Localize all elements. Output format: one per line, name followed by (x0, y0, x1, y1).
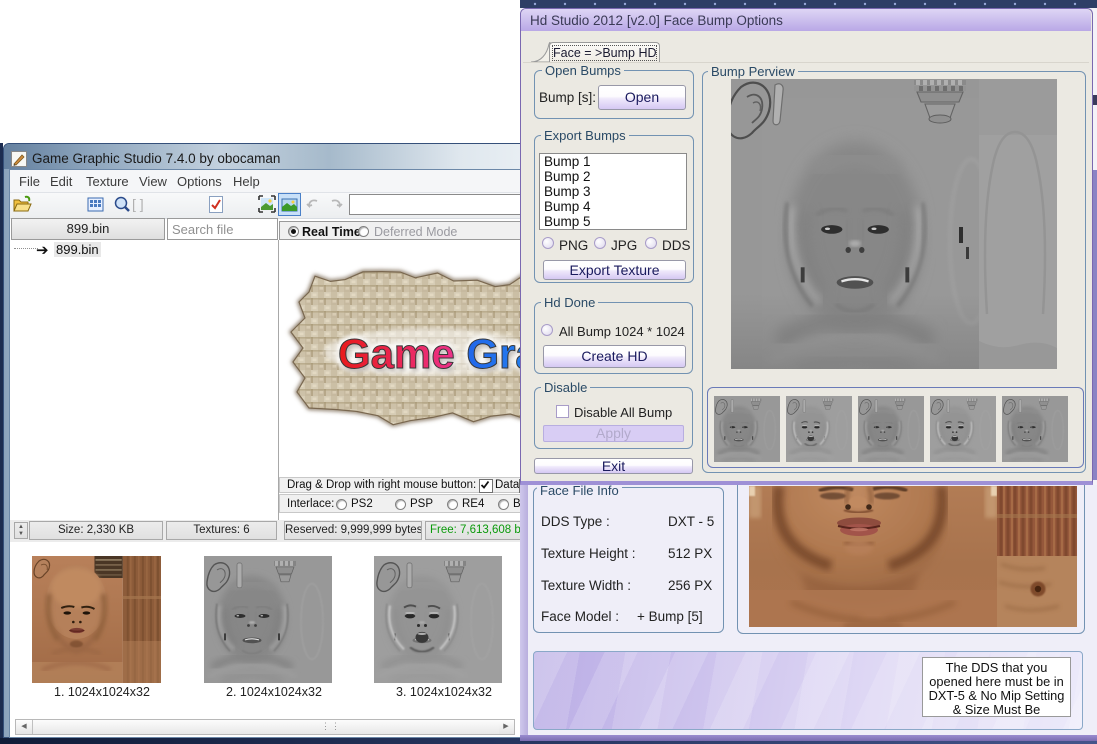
svg-text:Game Graphic: Game Graphic (338, 330, 531, 377)
